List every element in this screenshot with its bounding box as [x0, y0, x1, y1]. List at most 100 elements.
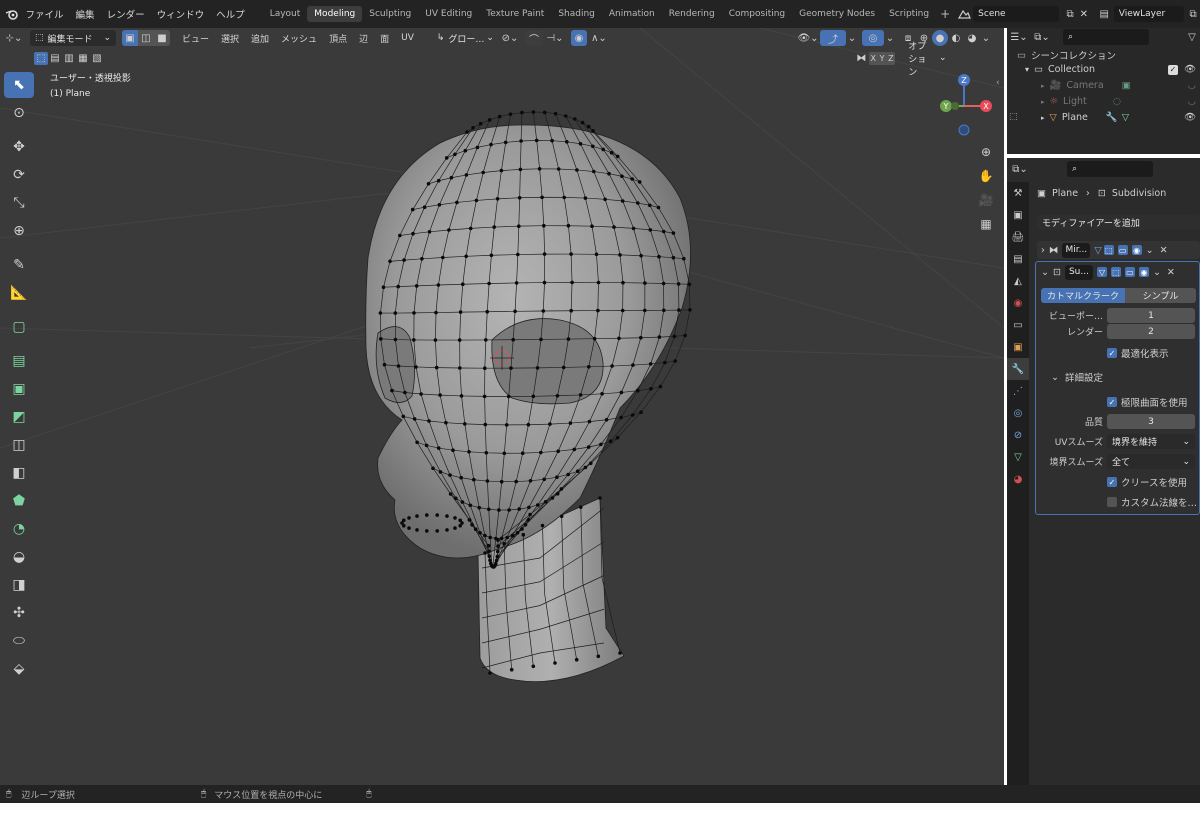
mesh-vertex[interactable] — [484, 338, 488, 342]
viewport-display-toggle[interactable]: ▭ — [1117, 245, 1128, 255]
expand-arrow-icon[interactable]: ▾ — [1025, 65, 1029, 74]
menu-file[interactable]: ファイル — [20, 7, 70, 21]
mesh-vertex[interactable] — [578, 142, 583, 146]
mesh-vertex[interactable] — [580, 120, 585, 125]
mesh-vertex[interactable] — [631, 363, 635, 367]
mesh-vertex[interactable] — [484, 451, 489, 455]
mesh-vertex[interactable] — [592, 169, 596, 174]
mesh-vertex[interactable] — [583, 465, 588, 470]
expand-arrow-icon[interactable]: ▸ — [1041, 114, 1045, 122]
filter-icon[interactable]: ▽ — [1184, 29, 1200, 45]
mesh-vertex[interactable] — [398, 233, 402, 238]
mesh-vertex[interactable] — [415, 440, 419, 445]
mesh-vertex[interactable] — [506, 394, 511, 399]
blender-logo-icon[interactable] — [4, 6, 20, 22]
particles-tab-icon[interactable]: ⋰ — [1007, 380, 1029, 402]
mesh-vertex[interactable] — [517, 224, 521, 228]
mesh-vertex[interactable] — [444, 156, 449, 160]
mesh-vertex[interactable] — [487, 118, 492, 122]
mesh-vertex[interactable] — [596, 654, 601, 659]
head-mesh[interactable] — [0, 28, 1004, 785]
mesh-vertex[interactable] — [435, 513, 440, 517]
expand-arrow-icon[interactable]: ⌄ — [1041, 267, 1049, 278]
mesh-vertex[interactable] — [556, 167, 561, 171]
on-cage-toggle[interactable]: ⬚ — [1110, 267, 1121, 277]
mesh-vertex[interactable] — [448, 492, 453, 496]
uv-smooth-dropdown[interactable]: 境界を維持 ⌄ — [1107, 434, 1195, 449]
mesh-vertex[interactable] — [643, 281, 647, 285]
mesh-vertex[interactable] — [412, 417, 417, 421]
mesh-vertex[interactable] — [445, 514, 449, 518]
mesh-vertex[interactable] — [531, 664, 536, 669]
tab-shading[interactable]: Shading — [551, 6, 602, 22]
mesh-vertex[interactable] — [519, 139, 523, 143]
mesh-vertex[interactable] — [485, 479, 490, 483]
mesh-vertex[interactable] — [663, 360, 667, 365]
mesh-vertex[interactable] — [596, 280, 601, 285]
properties-editor-type-icon[interactable]: ⧉⌄ — [1007, 161, 1033, 177]
mesh-vertex[interactable] — [494, 561, 498, 566]
mesh-vertex[interactable] — [495, 197, 500, 201]
mesh-vertex[interactable] — [411, 231, 415, 236]
menu-render[interactable]: レンダー — [101, 7, 151, 21]
mesh-vertex[interactable] — [592, 336, 597, 341]
mesh-vertex[interactable] — [467, 518, 472, 522]
outliner-item-plane[interactable]: ▸ ▽ Plane 🔧 ▽ 👁 — [1041, 112, 1200, 123]
mesh-vertex[interactable] — [435, 529, 440, 533]
mesh-vertex[interactable] — [620, 174, 624, 178]
edit-mode-icon[interactable]: ▽ — [1094, 245, 1101, 256]
mesh-vertex[interactable] — [621, 280, 625, 285]
menu-help[interactable]: ヘルプ — [210, 7, 251, 21]
mesh-vertex[interactable] — [661, 229, 666, 234]
expand-arrow-icon[interactable]: › — [1041, 245, 1045, 256]
mesh-vertex[interactable] — [460, 500, 465, 504]
optimal-display-checkbox[interactable]: ✓ — [1107, 348, 1117, 358]
mesh-vertex[interactable] — [528, 512, 532, 517]
chevron-down-icon[interactable]: ⌄ — [1051, 372, 1059, 383]
mesh-vertex[interactable] — [396, 284, 401, 289]
mesh-vertex[interactable] — [459, 475, 464, 480]
mesh-vertex[interactable] — [489, 142, 493, 147]
mesh-vertex[interactable] — [449, 175, 454, 180]
mesh-vertex[interactable] — [570, 280, 574, 285]
mesh-vertex[interactable] — [563, 114, 568, 118]
mesh-vertex[interactable] — [496, 544, 500, 548]
viewport-display-toggle[interactable]: ▭ — [1124, 267, 1135, 277]
mesh-vertex[interactable] — [437, 203, 442, 207]
mesh-vertex[interactable] — [468, 503, 473, 508]
expand-arrow-icon[interactable]: ▸ — [1041, 98, 1045, 106]
mesh-vertex[interactable] — [559, 514, 564, 519]
mesh-vertex[interactable] — [658, 384, 663, 389]
mesh-vertex[interactable] — [419, 392, 423, 396]
mesh-vertex[interactable] — [488, 535, 493, 540]
scene-icon[interactable] — [954, 6, 973, 22]
mesh-vertex[interactable] — [467, 450, 471, 454]
mesh-vertex[interactable] — [434, 365, 439, 370]
mesh-vertex[interactable] — [526, 422, 531, 427]
mesh-vertex[interactable] — [396, 364, 401, 368]
mesh-vertex[interactable] — [687, 282, 692, 287]
visibility-eye-icon[interactable]: ◡ — [1188, 80, 1196, 91]
viewport-levels-input[interactable]: 1 — [1107, 308, 1195, 323]
mesh-vertex[interactable] — [673, 359, 677, 363]
visibility-eye-icon[interactable]: 👁 — [1184, 64, 1196, 75]
mirror-modifier-header[interactable]: › ⧓ Mir... ▽ ⬚ ▭ ◉ ⌄ ✕ — [1037, 241, 1200, 259]
mesh-vertex[interactable] — [431, 466, 435, 471]
mesh-vertex[interactable] — [448, 473, 452, 477]
mesh-vertex[interactable] — [483, 533, 487, 538]
mesh-vertex[interactable] — [599, 442, 603, 447]
mesh-vertex[interactable] — [657, 254, 661, 259]
mesh-vertex[interactable] — [507, 508, 511, 512]
mesh-vertex[interactable] — [453, 516, 457, 520]
mesh-vertex[interactable] — [578, 393, 583, 397]
mesh-vertex[interactable] — [540, 523, 545, 528]
mesh-vertex[interactable] — [515, 531, 520, 535]
mesh-vertex[interactable] — [683, 333, 687, 338]
mesh-vertex[interactable] — [458, 310, 463, 314]
mesh-vertex[interactable] — [540, 195, 544, 200]
mesh-vertex[interactable] — [600, 392, 604, 396]
mesh-vertex[interactable] — [445, 528, 449, 532]
tab-texture-paint[interactable]: Texture Paint — [479, 6, 551, 22]
visibility-eye-icon[interactable]: 👁 — [1184, 112, 1196, 123]
mesh-vertex[interactable] — [636, 201, 640, 205]
